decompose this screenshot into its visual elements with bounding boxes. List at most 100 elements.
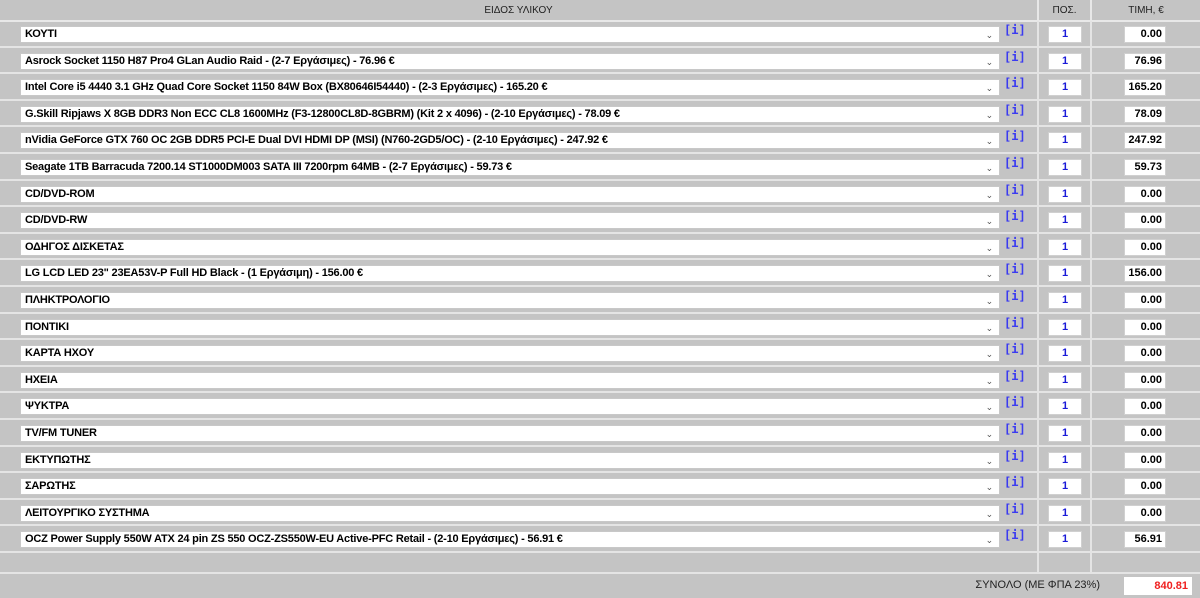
divider [1090, 47, 1092, 73]
quantity-input[interactable]: 1 [1048, 318, 1082, 336]
quantity-input[interactable]: 1 [1048, 79, 1082, 97]
divider [1037, 47, 1039, 73]
chevron-down-icon: ⌄ [985, 296, 994, 306]
total-row: ΣΥΝΟΛΟ (ΜΕ ΦΠΑ 23%) 840.81 [0, 572, 1200, 598]
item-select[interactable]: CD/DVD-ROM ⌄ [20, 185, 1000, 203]
quantity-input[interactable]: 1 [1048, 504, 1082, 522]
quantity-input[interactable]: 1 [1048, 398, 1082, 416]
info-link[interactable]: [i] [1004, 502, 1026, 516]
item-select[interactable]: ΕΚΤΥΠΩΤΗΣ ⌄ [20, 451, 1000, 469]
info-link[interactable]: [i] [1004, 209, 1026, 223]
item-select[interactable]: ΚΑΡΤΑ ΗΧΟΥ ⌄ [20, 345, 1000, 363]
quantity-input[interactable]: 1 [1048, 371, 1082, 389]
item-select[interactable]: ΗΧΕΙΑ ⌄ [20, 371, 1000, 389]
chevron-down-icon: ⌄ [985, 455, 994, 466]
price-field: 0.00 [1124, 478, 1166, 496]
divider [1090, 287, 1092, 312]
info-link[interactable]: [i] [1004, 449, 1026, 463]
quantity-input[interactable]: 1 [1048, 345, 1082, 363]
item-select-value: Asrock Socket 1150 H87 Pro4 GLan Audio R… [25, 54, 395, 67]
chevron-down-icon: ⌄ [985, 429, 994, 439]
item-select-value: TV/FM TUNER [25, 427, 97, 439]
header-qty: ΠΟΣ. [1039, 0, 1092, 20]
quantity-input[interactable]: 1 [1048, 26, 1082, 43]
item-select[interactable]: G.Skill Ripjaws X 8GB DDR3 Non ECC CL8 1… [20, 105, 1000, 123]
price-field: 0.00 [1124, 318, 1166, 336]
item-select[interactable]: ΠΟΝΤΙΚΙ ⌄ [20, 318, 1000, 336]
info-link[interactable]: [i] [1004, 289, 1026, 303]
header-item: ΕΙΔΟΣ ΥΛΙΚΟΥ [0, 0, 1039, 20]
divider [1037, 100, 1039, 126]
divider [1037, 74, 1039, 99]
quantity-input[interactable]: 1 [1048, 478, 1082, 496]
info-link[interactable]: [i] [1004, 23, 1026, 37]
info-link[interactable]: [i] [1004, 262, 1026, 276]
item-select[interactable]: TV/FM TUNER ⌄ [20, 425, 1000, 442]
item-select[interactable]: ΠΛΗΚΤΡΟΛΟΓΙΟ ⌄ [20, 292, 1000, 309]
info-link[interactable]: [i] [1004, 342, 1026, 356]
info-link[interactable]: [i] [1004, 475, 1026, 489]
table-row: ΠΛΗΚΤΡΟΛΟΓΙΟ ⌄ [i] 1 0.00 [0, 287, 1200, 314]
item-select[interactable]: ΚΟΥΤΙ ⌄ [20, 26, 1000, 43]
quantity-input[interactable]: 1 [1048, 451, 1082, 469]
divider [1090, 260, 1092, 285]
quantity-input[interactable]: 1 [1048, 132, 1082, 150]
chevron-down-icon: ⌄ [985, 375, 994, 386]
item-select[interactable]: ΣΑΡΩΤΗΣ ⌄ [20, 478, 1000, 496]
quantity-input[interactable]: 1 [1048, 52, 1082, 70]
info-link[interactable]: [i] [1004, 528, 1026, 542]
quantity-input[interactable]: 1 [1048, 212, 1082, 230]
chevron-down-icon: ⌄ [985, 56, 994, 67]
chevron-down-icon: ⌄ [985, 163, 994, 173]
table-row: CD/DVD-RW ⌄ [i] 1 0.00 [0, 207, 1200, 234]
quantity-input[interactable]: 1 [1048, 238, 1082, 256]
info-link[interactable]: [i] [1004, 129, 1026, 143]
divider [1090, 446, 1092, 472]
divider [1037, 446, 1039, 472]
info-link[interactable]: [i] [1004, 103, 1026, 117]
quantity-input[interactable]: 1 [1048, 185, 1082, 203]
info-link[interactable]: [i] [1004, 76, 1026, 90]
info-link[interactable]: [i] [1004, 395, 1026, 409]
info-link[interactable]: [i] [1004, 236, 1026, 250]
item-select[interactable]: ΨΥΚΤΡΑ ⌄ [20, 398, 1000, 416]
divider [1037, 473, 1039, 498]
info-link[interactable]: [i] [1004, 422, 1026, 436]
info-link[interactable]: [i] [1004, 50, 1026, 64]
item-select[interactable]: Asrock Socket 1150 H87 Pro4 GLan Audio R… [20, 52, 1000, 70]
item-select[interactable]: LG LCD LED 23" 23EA53V-P Full HD Black -… [20, 265, 1000, 283]
quantity-input[interactable]: 1 [1048, 265, 1082, 283]
divider [1037, 127, 1039, 152]
info-link[interactable]: [i] [1004, 183, 1026, 197]
quantity-input[interactable]: 1 [1048, 105, 1082, 123]
chevron-down-icon: ⌄ [985, 349, 994, 360]
info-link[interactable]: [i] [1004, 156, 1026, 170]
divider [1090, 366, 1092, 392]
divider [1037, 260, 1039, 285]
item-select-value: OCZ Power Supply 550W ATX 24 pin ZS 550 … [25, 533, 563, 546]
item-select[interactable]: ΟΔΗΓΟΣ ΔΙΣΚΕΤΑΣ ⌄ [20, 238, 1000, 256]
item-select[interactable]: nVidia GeForce GTX 760 OC 2GB DDR5 PCI-E… [20, 132, 1000, 150]
info-link[interactable]: [i] [1004, 369, 1026, 383]
divider [1090, 207, 1092, 232]
item-select[interactable]: OCZ Power Supply 550W ATX 24 pin ZS 550 … [20, 531, 1000, 549]
item-select[interactable]: CD/DVD-RW ⌄ [20, 212, 1000, 230]
item-select-value: ΛΕΙΤΟΥΡΓΙΚΟ ΣΥΣΤΗΜΑ [25, 506, 150, 519]
price-field: 0.00 [1124, 26, 1166, 43]
quantity-input[interactable]: 1 [1048, 292, 1082, 309]
divider [1037, 233, 1039, 259]
divider [1037, 366, 1039, 392]
item-select[interactable]: Seagate 1TB Barracuda 7200.14 ST1000DM00… [20, 159, 1000, 176]
info-link[interactable]: [i] [1004, 316, 1026, 330]
price-field: 156.00 [1124, 265, 1166, 283]
chevron-down-icon: ⌄ [985, 482, 994, 493]
table-row: ΕΚΤΥΠΩΤΗΣ ⌄ [i] 1 0.00 [0, 446, 1200, 474]
quantity-input[interactable]: 1 [1048, 159, 1082, 176]
item-select[interactable]: ΛΕΙΤΟΥΡΓΙΚΟ ΣΥΣΤΗΜΑ ⌄ [20, 504, 1000, 522]
price-field: 59.73 [1124, 159, 1166, 176]
item-select[interactable]: Intel Core i5 4440 3.1 GHz Quad Core Soc… [20, 79, 1000, 97]
quantity-input[interactable]: 1 [1048, 531, 1082, 549]
table-row: ΚΟΥΤΙ ⌄ [i] 1 0.00 [0, 21, 1200, 48]
price-field: 247.92 [1124, 132, 1166, 150]
quantity-input[interactable]: 1 [1048, 425, 1082, 442]
